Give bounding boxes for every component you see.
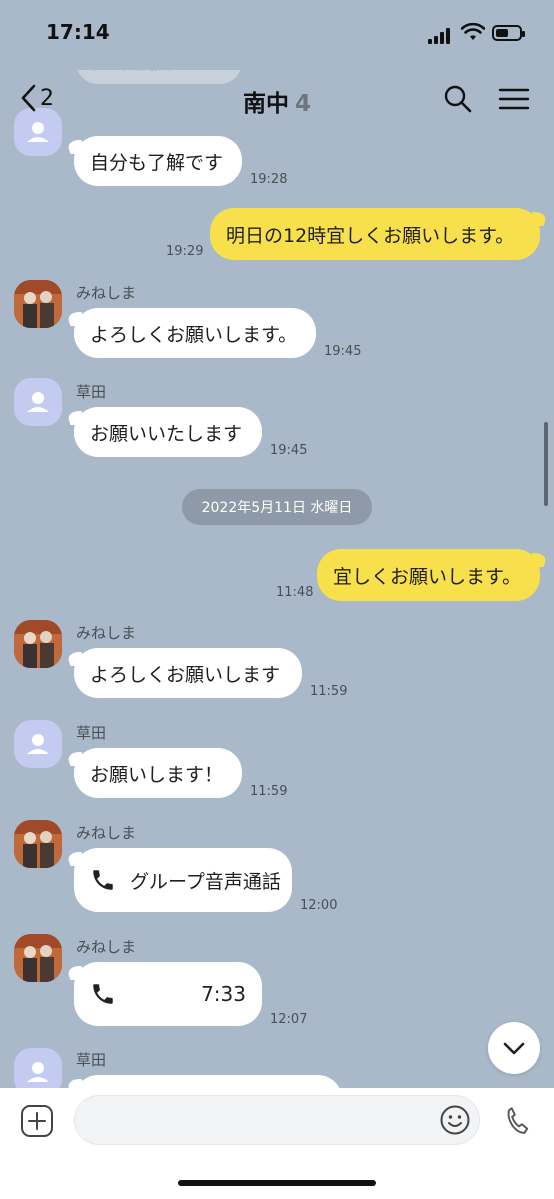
call-duration: 7:33 [201,982,246,1006]
message-text: お願いします！ [90,763,224,786]
sender-name: 草田 [76,724,107,742]
plus-icon[interactable] [20,1104,54,1138]
sender-name: みねしま [76,624,137,642]
home-indicator [178,1180,376,1186]
message-time: 19:45 [270,443,308,458]
emoji-icon[interactable] [439,1104,471,1136]
message-text: 自分も了解です [90,151,224,174]
message-bubble[interactable]: お願いします！ [74,748,242,798]
message-bubble[interactable]: よろしくお願いします [74,648,302,698]
message-bubble[interactable]: よろしくお願いします。 [74,308,316,358]
message-time: 11:48 [276,585,314,600]
battery-icon [492,25,525,41]
message-text: 明日の12時宜しくお願いします。 [226,224,515,247]
member-count: 4 [294,91,311,117]
avatar[interactable] [14,934,62,982]
default-user-icon [27,1062,49,1082]
date-separator: 2022年5月11日 水曜日 [182,489,372,525]
sender-name: 草田 [76,1051,107,1069]
message-bubble[interactable] [74,1075,342,1088]
avatar[interactable] [14,820,62,868]
message-time: 19:45 [324,344,362,359]
status-time: 17:14 [46,20,110,44]
scroll-to-bottom-button[interactable] [488,1022,540,1074]
menu-icon[interactable] [498,87,530,111]
chevron-down-icon [503,1042,525,1055]
scrollbar[interactable] [544,422,548,506]
group-name: 南中 [242,91,289,117]
profile-photo [14,280,62,328]
message-time: 19:29 [166,244,204,259]
message-text: よろしくお願いします [90,663,281,686]
sender-name: みねしま [76,938,137,956]
default-user-icon [27,734,49,754]
message-time: 12:00 [300,898,338,913]
message-bubble[interactable]: お願いいたします [74,407,262,457]
phone-icon [93,870,113,890]
sender-name: 草田 [76,383,107,401]
wifi-icon [461,22,485,40]
chat-header: 2 南中 4 [0,70,554,126]
profile-photo [14,820,62,868]
avatar[interactable] [14,378,62,426]
message-time: 11:59 [310,684,348,699]
message-composer [0,1088,554,1199]
phone-icon [93,984,113,1004]
sender-name: みねしま [76,824,137,842]
message-bubble[interactable]: 自分も了解です [74,136,242,186]
call-label: グループ音声通話 [130,870,281,893]
message-text: 宜しくお願いします。 [333,565,522,588]
message-time: 12:07 [270,1012,308,1027]
call-message-bubble[interactable]: グループ音声通話 [74,848,292,912]
message-bubble-outgoing[interactable]: 宜しくお願いします。 [317,549,540,601]
default-user-icon [27,392,49,412]
call-message-bubble[interactable]: 7:33 [74,962,262,1026]
phone-icon[interactable] [504,1105,530,1135]
profile-photo [14,934,62,982]
message-text: よろしくお願いします。 [90,323,298,346]
message-bubble-outgoing[interactable]: 明日の12時宜しくお願いします。 [210,208,540,260]
message-text: お願いいたします [90,422,243,445]
avatar[interactable] [14,720,62,768]
cellular-signal-icon [428,26,454,44]
avatar[interactable] [14,280,62,328]
avatar[interactable] [14,1048,62,1088]
message-input[interactable] [74,1095,480,1145]
chat-area[interactable]: 草田 私は大丈夫です 自分も了解です 19:28 明日の12時宜しくお願いします… [0,0,554,1088]
avatar[interactable] [14,620,62,668]
message-time: 11:59 [250,784,288,799]
search-icon[interactable] [443,84,473,114]
profile-photo [14,620,62,668]
sender-name: みねしま [76,284,137,302]
status-bar: 17:14 [0,0,554,70]
message-time: 19:28 [250,172,288,187]
